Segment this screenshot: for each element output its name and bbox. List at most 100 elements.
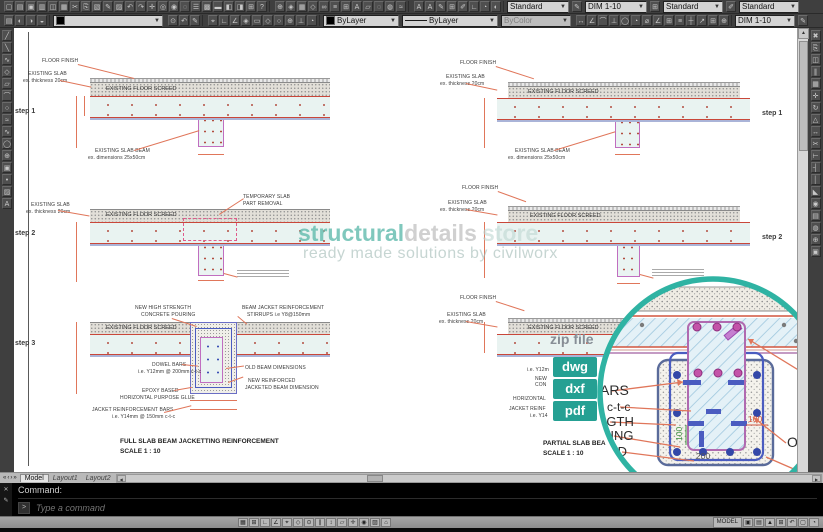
fillet-icon[interactable]: ◉ [811, 198, 821, 209]
dim-leader-icon[interactable]: ↗ [697, 15, 707, 26]
dim-quick-icon[interactable]: ⊞ [664, 15, 674, 26]
lineweight-icon[interactable]: ◇ [263, 15, 273, 26]
polygon-icon[interactable]: ◇ [2, 66, 12, 77]
view-style-icon[interactable]: ◔ [480, 1, 490, 12]
text-style-combo[interactable]: Standard▼ [507, 1, 569, 13]
construction-line-icon[interactable]: ╲ [2, 42, 12, 53]
dim-linear-icon[interactable]: ↔ [576, 15, 586, 26]
model-button[interactable]: MODEL [713, 517, 742, 528]
views-icon[interactable]: ◔ [307, 15, 317, 26]
wipeout-icon[interactable]: ◍ [385, 1, 395, 12]
mleader-style-icon[interactable]: ✐ [726, 1, 736, 12]
revcloud-icon[interactable]: ≈ [2, 114, 12, 125]
text-style-icon[interactable]: A [414, 1, 424, 12]
markup-icon[interactable]: ◨ [235, 1, 245, 12]
polar-toggle[interactable]: ∠ [271, 518, 281, 527]
draworder-icon[interactable]: ▤ [811, 210, 821, 221]
plotstyle-icon[interactable]: ○ [274, 15, 284, 26]
pdf-badge[interactable]: pdf [553, 401, 597, 421]
scroll-right-icon[interactable]: ▶ [812, 475, 821, 482]
mtext-icon[interactable]: A [2, 198, 12, 209]
dim-update-icon[interactable]: ✎ [798, 15, 808, 26]
dim-baseline-icon[interactable]: ≡ [675, 15, 685, 26]
dim-radius-icon[interactable]: ◯ [620, 15, 630, 26]
layer-properties-icon[interactable]: ▤ [4, 15, 14, 26]
ortho-toggle[interactable]: ∟ [260, 518, 270, 527]
workspace-switch-icon[interactable]: ↶ [787, 518, 797, 527]
annotation-auto-icon[interactable]: ⊞ [776, 518, 786, 527]
annotation-scale-icon[interactable]: ▲ [765, 518, 775, 527]
table-style-icon[interactable]: ⊞ [650, 1, 660, 12]
properties-icon[interactable]: ☰ [191, 1, 201, 12]
tab-nav-arrow-icon[interactable]: › [10, 475, 12, 481]
copy-icon[interactable]: ⎘ [811, 42, 821, 53]
layer-states-icon[interactable]: ✎ [190, 15, 200, 26]
rotate-icon[interactable]: ↻ [811, 102, 821, 113]
tool-palettes-icon[interactable]: ▬ [213, 1, 223, 12]
make-block-icon[interactable]: ▣ [2, 162, 12, 173]
copy-icon[interactable]: ⎘ [81, 1, 91, 12]
tab-nav-arrow-icon[interactable]: « [3, 475, 6, 481]
ucs-icon[interactable]: ∟ [469, 1, 479, 12]
polyline-icon[interactable]: ∿ [2, 54, 12, 65]
array-icon[interactable]: ▦ [811, 78, 821, 89]
dim-arc-icon[interactable]: ⌒ [598, 15, 608, 26]
erase-icon[interactable]: ✖ [811, 30, 821, 41]
close-icon[interactable]: ✕ [3, 486, 8, 493]
hatch-icon[interactable]: ▨ [2, 186, 12, 197]
lwt-toggle[interactable]: ↕ [326, 518, 336, 527]
match-properties-icon[interactable]: ✎ [103, 1, 113, 12]
boundary-icon[interactable]: ◌ [374, 1, 384, 12]
ucs2-icon[interactable]: ⊥ [296, 15, 306, 26]
edit-icon[interactable]: ✎ [3, 497, 8, 504]
trim-icon[interactable]: ✂ [811, 138, 821, 149]
dwg-badge[interactable]: dwg [553, 357, 597, 377]
dim-style-combo[interactable]: DIM 1-10▼ [585, 1, 647, 13]
scroll-left-icon[interactable]: ◀ [117, 475, 126, 482]
redo-icon[interactable]: ↷ [136, 1, 146, 12]
region2-icon[interactable]: ▣ [811, 246, 821, 257]
rectangle-icon[interactable]: ▱ [2, 78, 12, 89]
move-icon[interactable]: ✛ [811, 90, 821, 101]
osnap-toggle[interactable]: ⌖ [282, 518, 292, 527]
plot-preview-icon[interactable]: ◫ [48, 1, 58, 12]
publish-icon[interactable]: ▦ [59, 1, 69, 12]
region-icon[interactable]: ▱ [363, 1, 373, 12]
scale-icon[interactable]: △ [811, 114, 821, 125]
group-icon[interactable]: ⊕ [285, 15, 295, 26]
am-toggle[interactable]: ◉ [359, 518, 369, 527]
horizontal-scrollbar[interactable]: ◀ ▶ [116, 474, 822, 483]
dim-aligned-icon[interactable]: ∠ [587, 15, 597, 26]
stretch-icon[interactable]: ↔ [811, 126, 821, 137]
layer-lock-icon[interactable]: ◒ [37, 15, 47, 26]
spline-icon[interactable]: ∿ [2, 126, 12, 137]
pan-icon[interactable]: ✛ [147, 1, 157, 12]
mleader-style-combo[interactable]: Standard▼ [739, 1, 799, 13]
dim-center-icon[interactable]: ⊕ [719, 15, 729, 26]
scrollbar-thumb[interactable] [799, 41, 808, 151]
scrollbar-thumb[interactable] [367, 475, 383, 482]
dim-style-icon[interactable]: ✎ [572, 1, 582, 12]
insert-block-icon[interactable]: ⊕ [2, 150, 12, 161]
ole-object-icon[interactable]: ◇ [308, 1, 318, 12]
layout-space-icon[interactable]: ▤ [754, 518, 764, 527]
dim-angular-icon[interactable]: ∠ [653, 15, 663, 26]
plot-icon[interactable]: ▥ [37, 1, 47, 12]
drawing-canvas[interactable]: FLOOR FINISH EXISTING SLAB ex. thickness… [14, 28, 797, 472]
boundary2-icon[interactable]: ⊕ [811, 234, 821, 245]
command-input[interactable] [34, 502, 817, 514]
qp-toggle[interactable]: ▱ [337, 518, 347, 527]
dim-style2-combo[interactable]: DIM 1-10▼ [735, 15, 795, 27]
layer-previous-icon[interactable]: ↶ [179, 15, 189, 26]
polar-icon[interactable]: ∠ [230, 15, 240, 26]
dxf-badge[interactable]: dxf [553, 379, 597, 399]
attach-image-icon[interactable]: ▦ [297, 1, 307, 12]
mtext-icon[interactable]: A [352, 1, 362, 12]
cleanscreen-icon[interactable]: ◔ [809, 518, 819, 527]
revcloud-icon[interactable]: ≈ [396, 1, 406, 12]
grid-toggle[interactable]: ⊞ [249, 518, 259, 527]
new-icon[interactable]: ▢ [4, 1, 14, 12]
help-icon[interactable]: ? [257, 1, 267, 12]
table-style-combo[interactable]: Standard▼ [663, 1, 723, 13]
home-toggle[interactable]: ⌂ [381, 518, 391, 527]
